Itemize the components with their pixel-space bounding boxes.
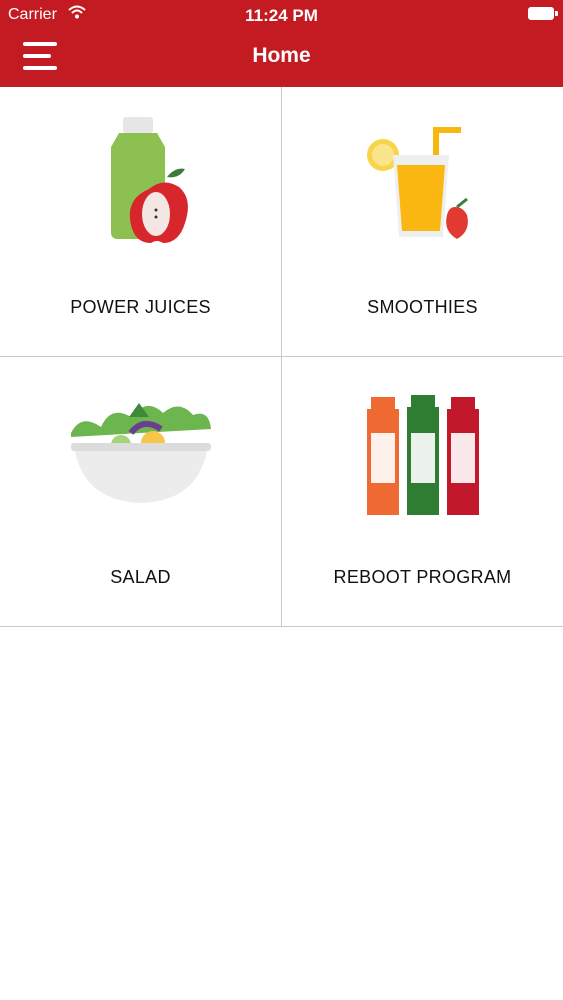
tile-label: SALAD [110, 567, 171, 587]
page-title: Home [252, 44, 311, 67]
tile-label: REBOOT PROGRAM [333, 567, 512, 587]
tile-power-juices[interactable]: POWER JUICES [0, 87, 282, 357]
tile-label: SMOOTHIES [367, 297, 478, 317]
tile-smoothies[interactable]: SMOOTHIES [282, 87, 563, 357]
juice-bottles-icon [366, 395, 479, 515]
smoothie-glass-icon [366, 127, 468, 239]
tile-salad[interactable]: SALAD [0, 357, 282, 627]
tile-reboot-program[interactable]: REBOOT PROGRAM [282, 357, 563, 627]
battery-icon [528, 7, 558, 20]
tile-label: POWER JUICES [70, 297, 211, 317]
status-time: 11:24 PM [245, 6, 318, 25]
juice-bottle-apple-icon [110, 117, 188, 243]
status-bar: Carrier 11:24 PM [0, 0, 563, 30]
app-header: Carrier 11:24 PM Home [0, 0, 563, 87]
salad-bowl-icon [70, 403, 211, 503]
